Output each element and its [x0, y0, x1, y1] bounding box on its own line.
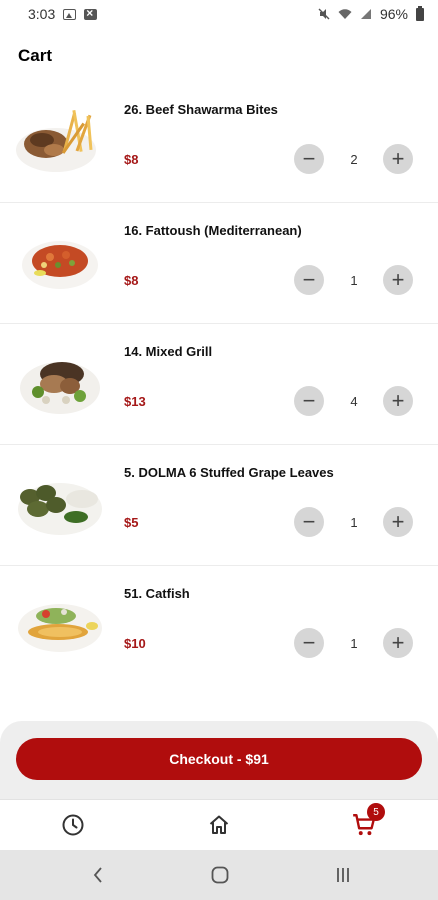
quantity-value: 2 — [350, 152, 358, 167]
home-icon — [209, 815, 229, 834]
decrease-quantity-button[interactable]: − — [294, 144, 324, 174]
page-title: Cart — [18, 46, 53, 65]
system-home-button[interactable] — [208, 864, 232, 886]
increase-quantity-button[interactable]: + — [383, 507, 413, 537]
cart-item: 16. Fattoush (Mediterranean) $8 − 1 + — [0, 203, 438, 324]
quantity-value: 4 — [350, 394, 358, 409]
minus-icon: − — [302, 388, 316, 413]
item-name: 5. DOLMA 6 Stuffed Grape Leaves — [124, 465, 334, 480]
signal-icon — [360, 9, 371, 19]
dolma-photo — [18, 483, 102, 535]
cart-count-badge: 5 — [367, 803, 385, 821]
status-time: 3:03 — [28, 6, 56, 22]
system-recents-button[interactable] — [331, 864, 355, 886]
item-name: 14. Mixed Grill — [124, 344, 213, 359]
plus-icon: + — [391, 630, 405, 655]
item-price: $13 — [124, 394, 146, 409]
catfish-photo — [18, 604, 102, 652]
item-price: $10 — [124, 636, 146, 651]
mixed-grill-photo — [20, 362, 100, 414]
minus-icon: − — [302, 146, 316, 171]
increase-quantity-button[interactable]: + — [383, 628, 413, 658]
cart-list: 26. Beef Shawarma Bites $8 − 2 + 16. Fat… — [0, 82, 438, 687]
back-chevron-icon — [93, 867, 102, 883]
battery-icon — [416, 5, 424, 21]
increase-quantity-button[interactable]: + — [383, 265, 413, 295]
item-price: $8 — [124, 273, 139, 288]
nav-history-button[interactable] — [59, 811, 87, 839]
cart-item: 51. Catfish $10 − 1 + — [0, 566, 438, 687]
item-name: 26. Beef Shawarma Bites — [124, 102, 278, 117]
plus-icon: + — [391, 267, 405, 292]
minus-icon: − — [302, 267, 316, 292]
minus-icon: − — [302, 630, 316, 655]
cart-item: 5. DOLMA 6 Stuffed Grape Leaves $5 − 1 + — [0, 445, 438, 566]
recents-icon — [337, 868, 349, 882]
nav-home-button[interactable] — [205, 811, 233, 839]
battery-percentage: 96% — [379, 6, 408, 22]
checkout-button[interactable]: Checkout - $91 — [16, 738, 422, 780]
plus-icon: + — [391, 388, 405, 413]
item-name: 51. Catfish — [124, 586, 190, 601]
quantity-value: 1 — [350, 636, 358, 651]
item-price: $8 — [124, 152, 139, 167]
gallery-notification-icon — [63, 8, 77, 20]
wifi-icon — [338, 9, 352, 19]
increase-quantity-button[interactable]: + — [383, 144, 413, 174]
quantity-value: 1 — [350, 273, 358, 288]
item-name: 16. Fattoush (Mediterranean) — [124, 223, 302, 238]
plus-icon: + — [391, 509, 405, 534]
system-back-button[interactable] — [86, 864, 110, 886]
plus-icon: + — [391, 146, 405, 171]
fattoush-photo — [22, 241, 98, 289]
decrease-quantity-button[interactable]: − — [294, 628, 324, 658]
decrease-quantity-button[interactable]: − — [294, 386, 324, 416]
mute-icon — [318, 8, 330, 20]
beef-shawarma-bites-photo — [16, 109, 96, 172]
checkout-panel: Checkout - $91 — [0, 721, 438, 799]
system-navigation-bar — [0, 850, 438, 900]
cart-item: 14. Mixed Grill $13 − 4 + — [0, 324, 438, 445]
bottom-navigation: 5 — [0, 799, 438, 850]
decrease-quantity-button[interactable]: − — [294, 265, 324, 295]
cart-item: 26. Beef Shawarma Bites $8 − 2 + — [0, 82, 438, 203]
clock-icon — [62, 814, 84, 836]
decrease-quantity-button[interactable]: − — [294, 507, 324, 537]
minus-icon: − — [302, 509, 316, 534]
status-bar: 3:03 96% — [0, 0, 438, 28]
home-circle-icon — [211, 866, 229, 884]
item-price: $5 — [124, 515, 139, 530]
quantity-value: 1 — [350, 515, 358, 530]
increase-quantity-button[interactable]: + — [383, 386, 413, 416]
app-notification-icon — [84, 6, 98, 20]
